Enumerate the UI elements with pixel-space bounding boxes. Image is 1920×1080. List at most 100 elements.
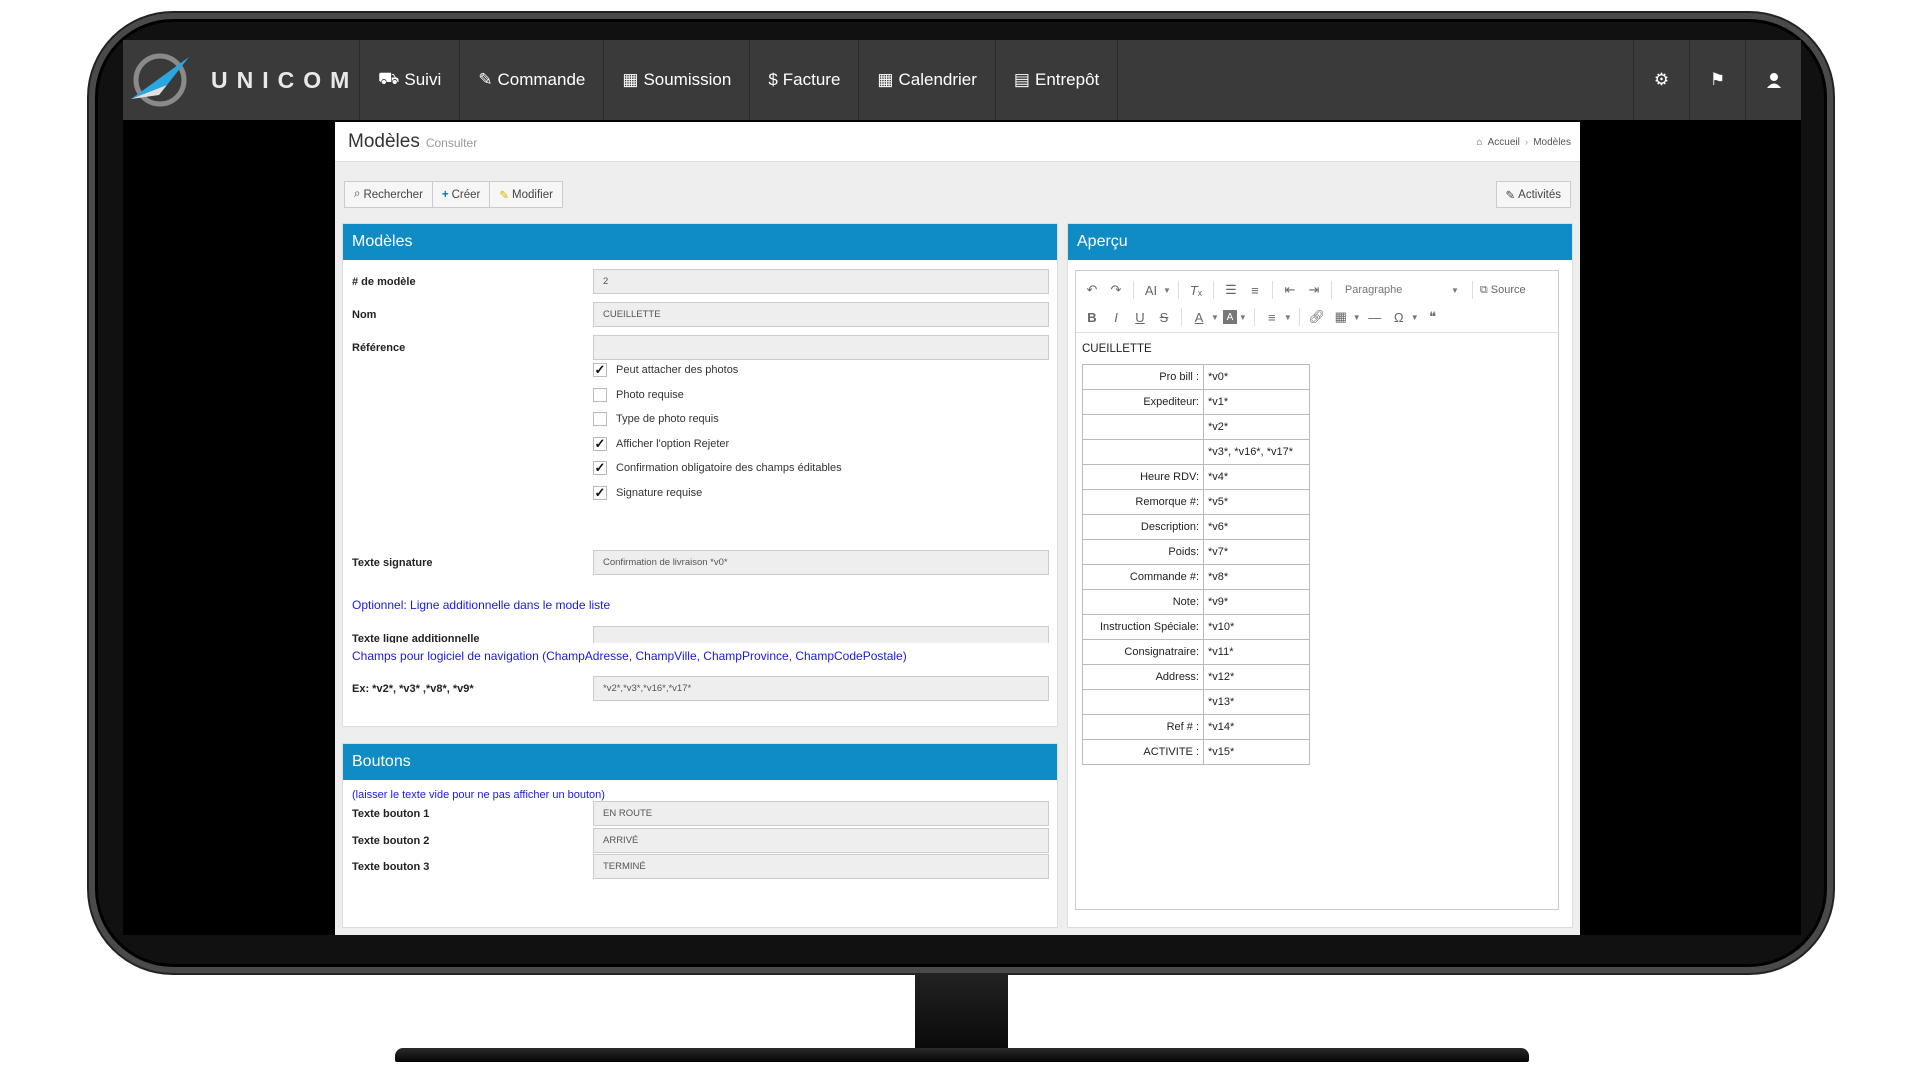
highlight-color-icon[interactable]: A: [1222, 310, 1237, 324]
toolbar-separator: [1253, 308, 1255, 326]
truck-icon: ⛟: [378, 69, 400, 88]
home-icon: ⌂: [1476, 137, 1483, 148]
buttons-panel: Boutons (laisser le texte vide pour ne p…: [342, 743, 1058, 928]
source-button[interactable]: ⧉ Source: [1480, 279, 1526, 301]
bulleted-list-icon[interactable]: ☰: [1221, 279, 1241, 301]
option-checkbox-row: ✓ Signature requise: [593, 483, 1053, 503]
edit-button[interactable]: ✎ Modifier: [490, 181, 563, 208]
underline-icon[interactable]: U: [1130, 306, 1150, 328]
nav-item-suivi[interactable]: ⛟ Suivi: [359, 40, 459, 120]
table-icon[interactable]: ▦: [1331, 306, 1351, 328]
preview-value-cell: *v11*: [1203, 639, 1310, 665]
name-input[interactable]: CUEILLETTE: [593, 302, 1049, 327]
nav-item-soumission[interactable]: ▦ Soumission: [603, 40, 749, 120]
nav-item-entrepôt[interactable]: ▤ Entrepôt: [994, 40, 1119, 120]
preview-value-cell: *v14*: [1203, 714, 1310, 740]
preview-table-row: *v2*: [1082, 414, 1310, 440]
preview-table-row: Commande #: *v8*: [1082, 564, 1310, 590]
nav-item-facture[interactable]: $ Facture: [749, 40, 858, 120]
breadcrumb-home[interactable]: Accueil: [1488, 137, 1520, 148]
redo-icon[interactable]: ↷: [1106, 279, 1126, 301]
checkbox[interactable]: ✓: [593, 362, 607, 377]
special-character-icon[interactable]: Ω: [1389, 306, 1409, 328]
checkbox[interactable]: ✓: [593, 485, 607, 500]
user-icon[interactable]: [1745, 40, 1801, 120]
signature-text-input[interactable]: Confirmation de livraison *v0*: [593, 550, 1049, 575]
model-number-input[interactable]: 2: [593, 269, 1049, 294]
outdent-icon[interactable]: ⇤: [1280, 279, 1300, 301]
checkbox[interactable]: ✓: [593, 460, 607, 475]
italic-icon[interactable]: I: [1106, 306, 1126, 328]
button-text-row-3: Texte bouton 3 TERMINÉ: [343, 854, 1057, 880]
preview-value-cell: *v7*: [1203, 539, 1310, 565]
preview-table-row: Description: *v6*: [1082, 514, 1310, 540]
undo-icon[interactable]: ↶: [1082, 279, 1102, 301]
checkbox[interactable]: ✓: [593, 436, 607, 451]
indent-icon[interactable]: ⇥: [1304, 279, 1324, 301]
page-title-text: Modèles: [348, 131, 420, 152]
toolbar-separator: [1330, 281, 1332, 299]
toolbar-separator: [1181, 308, 1182, 326]
preview-table-row: Remorque #: *v5*: [1082, 489, 1310, 515]
button-text-input-3[interactable]: TERMINÉ: [593, 854, 1049, 879]
nav-item-calendrier[interactable]: ▦ Calendrier: [858, 40, 995, 120]
button-text-row-1: Texte bouton 1 EN ROUTE: [343, 801, 1057, 827]
create-button[interactable]: + Créer: [432, 181, 491, 208]
buttons-panel-title: Boutons: [343, 744, 1057, 780]
clear-format-icon[interactable]: Tₓ: [1186, 279, 1206, 301]
nav-item-commande[interactable]: ✎ Commande: [459, 40, 603, 120]
button-text-row-2: Texte bouton 2 ARRIVÉ: [343, 827, 1057, 854]
checkbox-label: Photo requise: [616, 388, 684, 401]
checkbox[interactable]: [593, 412, 607, 426]
bold-icon[interactable]: B: [1082, 306, 1102, 328]
editor-toolbar-row-1: ↶ ↷ AI ▼ Tₓ ☰ ≡ ⇤ ⇥ Paragraphe ▼ ⧉ Sourc…: [1082, 279, 1526, 301]
page-subtitle: Consulter: [425, 136, 478, 150]
activities-button[interactable]: ✎ Activités: [1495, 181, 1571, 208]
align-icon[interactable]: ≡: [1262, 306, 1282, 328]
brand-logo[interactable]: UNICOM: [123, 40, 359, 120]
preview-table-row: *v3*, *v16*, *v17*: [1082, 439, 1310, 465]
option-checkbox-row: ✓ Peut attacher des photos: [593, 360, 1053, 380]
navigation-fields-label: Ex: *v2*, *v3* ,*v8*, *v9*: [352, 683, 474, 695]
font-color-icon[interactable]: A: [1189, 306, 1209, 328]
option-checkbox-row: ✓ Afficher l'option Rejeter: [593, 434, 1053, 454]
preview-panel-title: Aperçu: [1068, 224, 1572, 260]
checkbox-label: Type de photo requis: [616, 413, 719, 425]
preview-value-cell: *v10*: [1203, 614, 1310, 640]
preview-key-cell: Commande #:: [1082, 564, 1204, 590]
dollar-icon: $: [768, 70, 778, 89]
option-checkbox-row: Photo requise: [593, 385, 1053, 405]
logo-swoosh-icon: [131, 53, 189, 107]
monitor-stand-base: [395, 1048, 1529, 1062]
paragraph-select-value: Paragraphe: [1344, 284, 1403, 296]
nav-item-label: Calendrier: [898, 70, 977, 89]
button-text-input-2[interactable]: ARRIVÉ: [593, 827, 1049, 853]
button-text-label: Texte bouton 3: [352, 861, 430, 873]
toolbar-separator: [1471, 281, 1473, 299]
editor-toolbar: ↶ ↷ AI ▼ Tₓ ☰ ≡ ⇤ ⇥ Paragraphe ▼ ⧉ Sourc…: [1076, 271, 1558, 333]
editor-content[interactable]: CUEILLETTE Pro bill : *v0* Expediteur: *v1*…: [1076, 333, 1558, 775]
action-toolbar: ⌕ Rechercher + Créer ✎ Modifier: [344, 181, 563, 208]
font-size-icon[interactable]: AI: [1141, 279, 1161, 301]
button-text-input-1[interactable]: EN ROUTE: [593, 801, 1049, 826]
preview-key-cell: Heure RDV:: [1082, 464, 1204, 490]
models-panel-title: Modèles: [343, 224, 1057, 260]
numbered-list-icon[interactable]: ≡: [1245, 279, 1265, 301]
checkbox[interactable]: [593, 387, 607, 402]
strikethrough-icon[interactable]: S: [1154, 306, 1174, 328]
preview-key-cell: ACTIVITE :: [1082, 739, 1204, 765]
paragraph-select[interactable]: Paragraphe ▼: [1339, 279, 1465, 301]
breadcrumb: ⌂ Accueil › Modèles: [1477, 137, 1571, 148]
search-button[interactable]: ⌕ Rechercher: [344, 181, 433, 208]
clipboard-icon: ▤: [1013, 70, 1030, 89]
blockquote-icon[interactable]: ❝: [1423, 306, 1443, 328]
link-icon[interactable]: 🔗︎: [1307, 306, 1327, 328]
gear-icon[interactable]: ⚙: [1633, 40, 1689, 120]
reference-input[interactable]: [593, 335, 1049, 360]
button-text-label: Texte bouton 2: [352, 834, 430, 847]
preview-key-cell: [1082, 414, 1204, 440]
button-text-label: Texte bouton 1: [352, 808, 430, 820]
horizontal-line-icon[interactable]: —: [1365, 306, 1385, 328]
flag-icon[interactable]: ⚑: [1689, 40, 1745, 120]
navigation-fields-input[interactable]: *v2*,*v3*,*v16*,*v17*: [593, 676, 1049, 701]
